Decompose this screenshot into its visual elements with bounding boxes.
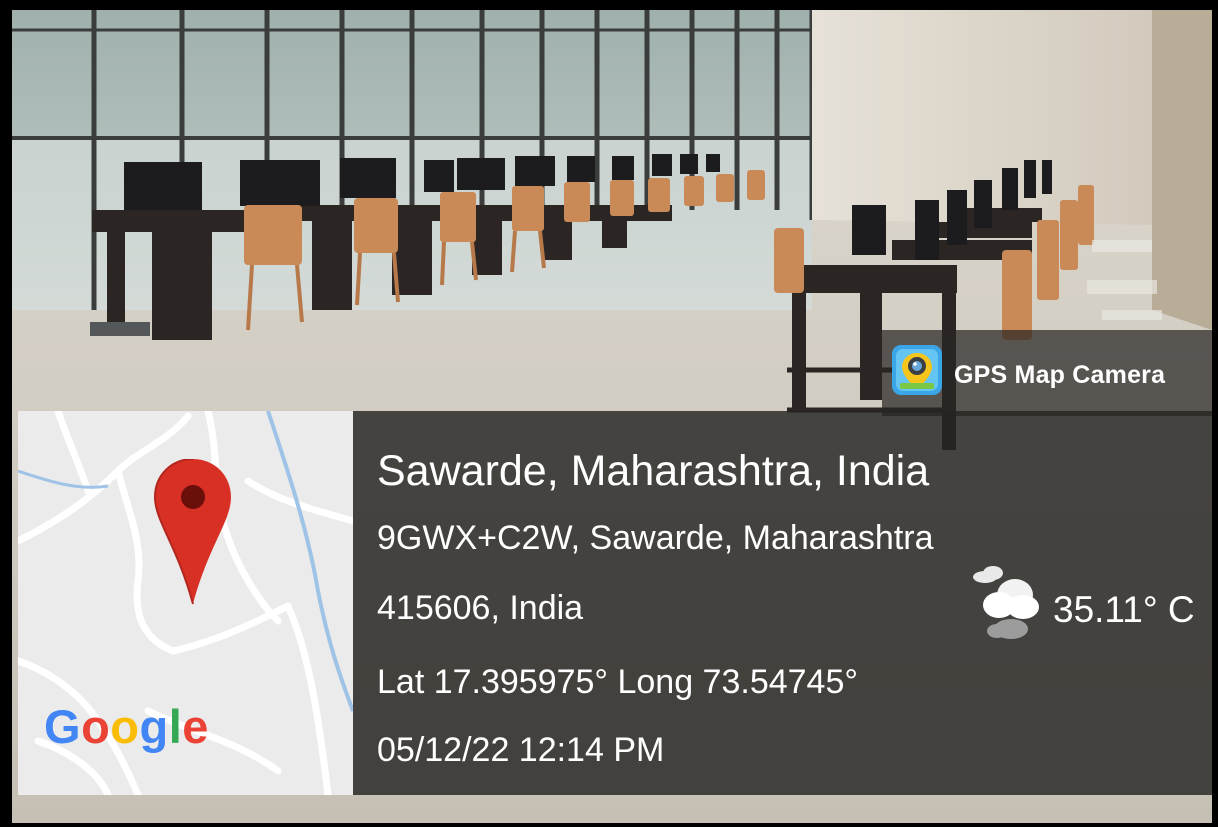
google-letter: e <box>182 700 209 753</box>
temperature: 35.11° C <box>1053 589 1195 630</box>
gps-map-camera-icon <box>892 345 942 395</box>
coordinates: Lat 17.395975° Long 73.54745° <box>377 663 858 701</box>
map-pin-icon <box>153 459 231 605</box>
gps-map-camera-badge: GPS Map Camera <box>882 330 1212 416</box>
google-letter: l <box>168 700 183 753</box>
address-line-1: 9GWX+C2W, Sawarde, Maharashtra <box>377 519 934 557</box>
image-frame: GPS Map Camera Google Sawarde, Maharasht… <box>0 0 1218 827</box>
location-title: Sawarde, Maharashtra, India <box>377 447 930 495</box>
google-letter: o <box>110 700 140 753</box>
partly-cloudy-icon <box>973 566 1039 639</box>
photo-computer-lab: GPS Map Camera Google Sawarde, Maharasht… <box>12 10 1212 823</box>
app-name: GPS Map Camera <box>954 361 1166 389</box>
google-attribution: Google <box>44 699 209 754</box>
google-letter: o <box>81 700 111 753</box>
google-letter: g <box>139 700 169 753</box>
address-line-2: 415606, India <box>377 589 584 627</box>
location-info-panel: Sawarde, Maharashtra, India 9GWX+C2W, Sa… <box>353 411 1212 795</box>
google-letter: G <box>44 700 82 753</box>
map-thumbnail: Google <box>18 411 353 795</box>
date-time: 05/12/22 12:14 PM <box>377 731 665 769</box>
